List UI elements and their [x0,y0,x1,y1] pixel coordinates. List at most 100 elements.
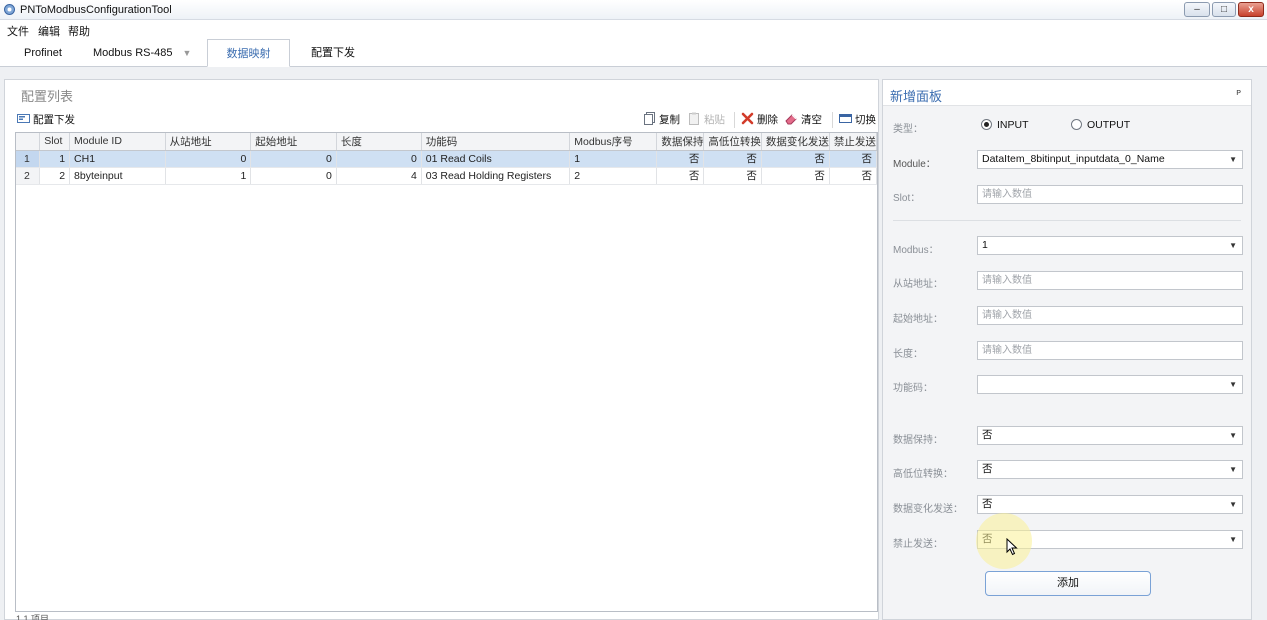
cell-data-hold[interactable]: 否 [656,167,705,185]
byte-swap-value: 否 [982,463,993,475]
copy-label: 复制 [659,114,680,126]
switch-button[interactable]: 切换 [839,112,876,128]
row-number: 1 [16,150,41,168]
modbus-label: Modbus： [893,245,939,256]
table-row[interactable]: 1 1 CH1 0 0 0 01 Read Coils 1 否 否 否 否 [16,150,878,168]
data-hold-label: 数据保持： [893,435,943,446]
module-label: Module： [893,159,936,170]
paste-label: 粘贴 [704,114,725,126]
title-bar: PNToModbusConfigurationTool – □ x [0,0,1267,20]
radio-input[interactable] [981,119,992,130]
start-address-input[interactable]: 请输入数值 [977,306,1243,325]
cell-byte-swap[interactable]: 否 [703,167,762,185]
function-code-select[interactable]: ▼ [977,375,1243,394]
col-header-rownum [16,133,41,151]
modbus-select[interactable]: 1 ▼ [977,236,1243,255]
cell-module-id[interactable]: 8byteinput [69,167,166,185]
tab-modbus-rs485[interactable]: Modbus RS-485 ▼ [93,39,191,67]
deploy-config-button[interactable]: 配置下发 [17,112,75,128]
cell-forbid-send[interactable]: 否 [829,150,878,168]
byte-swap-select[interactable]: 否 ▼ [977,460,1243,479]
col-header-slave-address[interactable]: 从站地址 [165,133,252,151]
cell-length[interactable]: 0 [336,150,422,168]
radio-output[interactable] [1071,119,1082,130]
col-header-module-id[interactable]: Module ID [69,133,166,151]
table-header: Slot Module ID 从站地址 起始地址 长度 功能码 Modbus序号… [16,133,878,151]
copy-button[interactable]: 复制 [643,112,680,128]
chevron-down-icon: ▼ [1229,535,1237,544]
tab-bar: Profinet Modbus RS-485 ▼ 数据映射 配置下发 [0,39,1267,67]
cell-start-address[interactable]: 0 [250,150,337,168]
chevron-down-icon: ▼ [1229,241,1237,250]
delete-label: 删除 [757,114,778,126]
chevron-down-icon[interactable]: ▼ [183,48,192,58]
module-select[interactable]: DataItem_8bitinput_inputdata_0_Name ▼ [977,150,1243,169]
cell-send-on-change[interactable]: 否 [761,150,830,168]
cell-function-code[interactable]: 03 Read Holding Registers [421,167,571,185]
table-row[interactable]: 2 2 8byteinput 1 0 4 03 Read Holding Reg… [16,167,878,185]
cell-modbus-index[interactable]: 1 [569,150,658,168]
clear-label: 清空 [801,114,822,126]
tab-label: 配置下发 [311,47,355,59]
tab-label: 数据映射 [226,48,271,60]
chevron-down-icon: ▼ [1229,380,1237,389]
data-hold-select[interactable]: 否 ▼ [977,426,1243,445]
divider [893,220,1241,221]
menu-file[interactable]: 文件 [7,23,29,39]
module-value: DataItem_8bitinput_inputdata_0_Name [982,153,1165,165]
tab-profinet[interactable]: Profinet [24,39,62,67]
col-header-length[interactable]: 长度 [336,133,422,151]
cell-slave-address[interactable]: 1 [165,167,252,185]
add-panel: 新增面板 ᴘ 类型： INPUT OUTPUT Module： DataItem… [882,79,1252,620]
col-header-function-code[interactable]: 功能码 [421,133,571,151]
length-input[interactable]: 请输入数值 [977,341,1243,360]
cell-forbid-send[interactable]: 否 [829,167,878,185]
col-header-forbid-send[interactable]: 禁止发送 [829,133,878,151]
cell-length[interactable]: 4 [336,167,422,185]
minimize-button[interactable]: – [1184,2,1210,17]
col-header-start-address[interactable]: 起始地址 [250,133,337,151]
col-header-modbus-index[interactable]: Modbus序号 [569,133,658,151]
col-header-data-hold[interactable]: 数据保持 [656,133,705,151]
cell-byte-swap[interactable]: 否 [703,150,762,168]
delete-button[interactable]: 删除 [741,112,778,128]
config-list-title: 配置列表 [21,89,74,104]
menu-help[interactable]: 帮助 [68,23,90,39]
grid-toolbar: 配置下发 复制 粘贴 删除 清空 切换 [15,110,876,130]
chevron-down-icon: ▼ [1229,431,1237,440]
col-header-send-on-change[interactable]: 数据变化发送 [761,133,830,151]
tab-data-mapping[interactable]: 数据映射 [207,39,290,67]
cell-slot[interactable]: 2 [39,167,71,185]
close-button[interactable]: x [1238,2,1264,17]
maximize-button[interactable]: □ [1212,2,1236,17]
cell-send-on-change[interactable]: 否 [761,167,830,185]
cursor-highlight [976,513,1032,569]
cell-modbus-index[interactable]: 2 [569,167,658,185]
menu-edit[interactable]: 编辑 [38,23,60,39]
col-header-byte-swap[interactable]: 高低位转换 [703,133,762,151]
radio-input-label[interactable]: INPUT [997,119,1029,131]
slot-label: Slot： [893,193,921,204]
col-header-slot[interactable]: Slot [39,133,71,151]
add-button[interactable]: 添加 [985,571,1151,596]
send-on-change-select[interactable]: 否 ▼ [977,495,1243,514]
paste-button[interactable]: 粘贴 [688,112,725,128]
cell-module-id[interactable]: CH1 [69,150,166,168]
data-hold-value: 否 [982,429,993,441]
length-label: 长度： [893,349,923,360]
slot-input[interactable]: 请输入数值 [977,185,1243,204]
cell-slot[interactable]: 1 [39,150,71,168]
cell-slave-address[interactable]: 0 [165,150,252,168]
window-title: PNToModbusConfigurationTool [20,4,172,16]
slave-address-input[interactable]: 请输入数值 [977,271,1243,290]
cell-data-hold[interactable]: 否 [656,150,705,168]
cell-function-code[interactable]: 01 Read Coils [421,150,571,168]
forbid-send-label: 禁止发送： [893,539,943,550]
tab-config-deploy[interactable]: 配置下发 [311,39,355,67]
cell-start-address[interactable]: 0 [250,167,337,185]
start-address-label: 起始地址： [893,314,943,325]
pin-icon[interactable]: ᴘ [1236,87,1241,97]
clear-button[interactable]: 清空 [785,112,822,128]
radio-output-label[interactable]: OUTPUT [1087,119,1130,131]
delete-icon [741,112,754,125]
